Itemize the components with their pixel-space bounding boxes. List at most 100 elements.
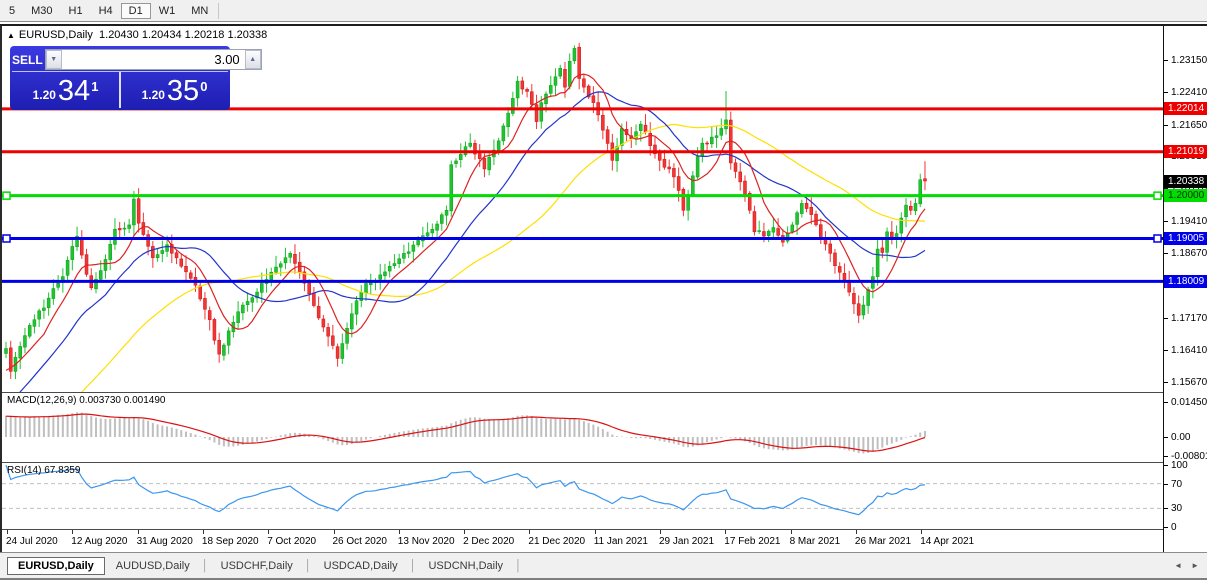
- buy-price-pips: 35: [167, 77, 199, 106]
- volume-input[interactable]: [62, 50, 245, 69]
- timeframe-button-5[interactable]: 5: [1, 3, 23, 19]
- timeframe-button-mn[interactable]: MN: [183, 3, 216, 19]
- chart-tab-usdchf[interactable]: USDCHF,Daily: [210, 557, 304, 575]
- line-price-badge: 1.22014: [1164, 102, 1207, 115]
- date-label: 18 Sep 2020: [202, 536, 259, 547]
- date-label: 17 Feb 2021: [724, 536, 780, 547]
- axis-price-label: 70: [1171, 479, 1182, 490]
- volume-decrease-button[interactable]: ▼: [46, 50, 62, 69]
- buy-price-display[interactable]: 1.20350: [119, 72, 228, 108]
- volume-increase-button[interactable]: ▲: [245, 50, 261, 69]
- date-tick-mark: [791, 530, 792, 534]
- chart-tab-usdcnh[interactable]: USDCNH,Daily: [417, 557, 514, 575]
- chart-ohlc-values: 1.20430 1.20434 1.20218 1.20338: [99, 29, 267, 41]
- price-axis[interactable]: 1.231501.224101.216501.209101.201701.194…: [1163, 26, 1207, 552]
- tab-separator: │: [304, 560, 313, 572]
- date-tick-mark: [725, 530, 726, 534]
- chart-tab-bar: EURUSD,DailyAUDUSD,Daily│USDCHF,Daily│US…: [0, 552, 1207, 578]
- axis-tick-mark: [1164, 382, 1168, 383]
- tab-scroll-buttons: ◄ ►: [1174, 553, 1199, 578]
- date-tick-mark: [529, 530, 530, 534]
- tab-scroll-left-icon[interactable]: ◄: [1174, 561, 1182, 570]
- date-tick-mark: [921, 530, 922, 534]
- buy-button-label: BUY: [264, 53, 289, 67]
- mt5-terminal: 5M30H1H4D1W1MN ▲ EURUSD,Daily 1.20430 1.2…: [0, 0, 1207, 580]
- axis-tick-mark: [1164, 125, 1168, 126]
- macd-main-value: 0.003730: [79, 395, 121, 406]
- axis-tick-mark: [1164, 508, 1168, 509]
- tab-separator: │: [514, 560, 523, 572]
- macd-name: MACD(12,26,9): [7, 395, 76, 406]
- timeframe-button-m30[interactable]: M30: [23, 3, 60, 19]
- axis-tick-mark: [1164, 60, 1168, 61]
- axis-price-label: 1.15670: [1171, 377, 1207, 388]
- collapse-panel-arrow-icon[interactable]: ▲: [7, 31, 15, 40]
- axis-price-label: 1.19410: [1171, 216, 1207, 227]
- sell-price-point: 1: [91, 79, 98, 94]
- date-tick-mark: [72, 530, 73, 534]
- axis-price-label: 30: [1171, 503, 1182, 514]
- axis-price-label: 1.17170: [1171, 313, 1207, 324]
- axis-price-label: 1.23150: [1171, 55, 1207, 66]
- timeframe-button-w1[interactable]: W1: [151, 3, 184, 19]
- axis-price-label: 1.16410: [1171, 345, 1207, 356]
- up-arrow-icon: ▲: [249, 56, 256, 63]
- sell-price-display[interactable]: 1.20341: [12, 72, 119, 108]
- buy-button[interactable]: BUY: [264, 48, 289, 71]
- date-label: 13 Nov 2020: [398, 536, 455, 547]
- axis-price-label: 0: [1171, 522, 1177, 533]
- date-label: 11 Jan 2021: [594, 536, 648, 547]
- axis-price-label: 1.18670: [1171, 248, 1207, 259]
- axis-tick-mark: [1164, 350, 1168, 351]
- axis-tick-mark: [1164, 92, 1168, 93]
- rsi-value: 67.8359: [44, 465, 80, 476]
- axis-tick-mark: [1164, 527, 1168, 528]
- rsi-indicator-chart[interactable]: [2, 463, 1163, 529]
- tab-scroll-right-icon[interactable]: ►: [1191, 561, 1199, 570]
- tab-separator: │: [409, 560, 418, 572]
- down-arrow-icon: ▼: [50, 56, 57, 63]
- chart-tab-usdcad[interactable]: USDCAD,Daily: [313, 557, 409, 575]
- axis-price-label: 100: [1171, 460, 1188, 471]
- chart-panes: ▲ EURUSD,Daily 1.20430 1.20434 1.20218 1.…: [0, 26, 1163, 580]
- date-label: 31 Aug 2020: [137, 536, 193, 547]
- timeframe-button-d1[interactable]: D1: [121, 3, 151, 19]
- axis-tick-mark: [1164, 465, 1168, 466]
- chart-symbol-period: EURUSD,Daily: [19, 29, 93, 41]
- line-price-badge: 1.18009: [1164, 275, 1207, 288]
- date-label: 21 Dec 2020: [528, 536, 585, 547]
- sell-button-label: SELL: [12, 53, 43, 67]
- date-label: 26 Oct 2020: [333, 536, 387, 547]
- date-tick-mark: [7, 530, 8, 534]
- buy-price-point: 0: [200, 79, 207, 94]
- date-tick-mark: [464, 530, 465, 534]
- buy-price-base: 1.20: [142, 88, 165, 102]
- date-axis[interactable]: 24 Jul 202012 Aug 202031 Aug 202018 Sep …: [2, 530, 1165, 552]
- date-label: 2 Dec 2020: [463, 536, 514, 547]
- date-label: 26 Mar 2021: [855, 536, 911, 547]
- timeframe-button-h1[interactable]: H1: [61, 3, 91, 19]
- axis-tick-mark: [1164, 221, 1168, 222]
- chart-tab-eurusd[interactable]: EURUSD,Daily: [7, 557, 105, 575]
- axis-price-label: 1.22410: [1171, 87, 1207, 98]
- date-label: 29 Jan 2021: [659, 536, 714, 547]
- rsi-label: RSI(14) 67.8359: [7, 465, 80, 476]
- current-price-badge: 1.20338: [1164, 175, 1207, 188]
- date-tick-mark: [268, 530, 269, 534]
- macd-indicator-chart[interactable]: [2, 393, 1163, 462]
- axis-tick-mark: [1164, 437, 1168, 438]
- axis-tick-mark: [1164, 456, 1168, 457]
- date-label: 8 Mar 2021: [790, 536, 841, 547]
- chart-tab-audusd[interactable]: AUDUSD,Daily: [105, 557, 201, 575]
- axis-price-label: 1.21650: [1171, 120, 1207, 131]
- trade-panel-top-row: SELL ▼ ▲ BUY: [12, 48, 228, 72]
- volume-stepper: ▼ ▲: [45, 49, 262, 70]
- date-label: 14 Apr 2021: [920, 536, 974, 547]
- tab-separator: │: [201, 560, 210, 572]
- timeframe-button-h4[interactable]: H4: [91, 3, 121, 19]
- line-price-badge: 1.20000: [1164, 189, 1207, 202]
- sell-price-pips: 34: [58, 77, 90, 106]
- date-label: 12 Aug 2020: [71, 536, 127, 547]
- sell-button[interactable]: SELL: [12, 48, 43, 71]
- rsi-name: RSI(14): [7, 465, 41, 476]
